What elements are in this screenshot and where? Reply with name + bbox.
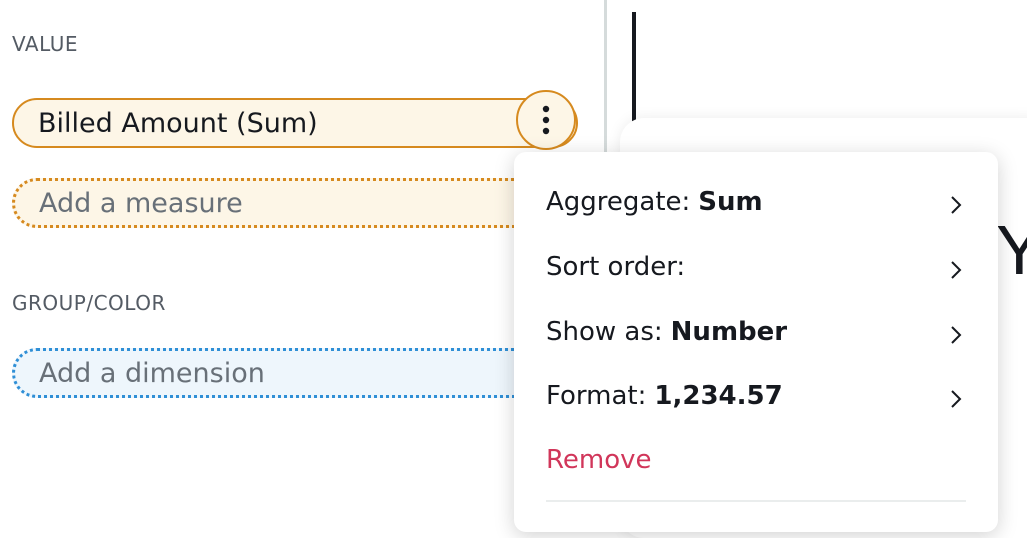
menu-item-format[interactable]: Format: 1,234.57 (546, 368, 966, 424)
field-options-button[interactable] (516, 90, 576, 150)
add-dimension-placeholder: Add a dimension (39, 357, 265, 389)
chevron-right-icon (950, 386, 962, 416)
visual-title-fragment: Y (996, 211, 1027, 289)
group-color-section-label: GROUP/COLOR (12, 291, 166, 315)
menu-item-sort-order[interactable]: Sort order: (546, 239, 966, 295)
menu-item-show-as-label: Show as: (546, 317, 663, 347)
menu-item-sort-order-label: Sort order: (546, 252, 686, 282)
add-measure-placeholder: Add a measure (39, 187, 243, 219)
menu-item-aggregate-value: Sum (698, 187, 763, 217)
value-field-pill[interactable]: Billed Amount (Sum) (12, 98, 578, 148)
menu-item-aggregate-label: Aggregate: (546, 187, 691, 217)
menu-item-remove-label: Remove (546, 445, 652, 475)
menu-item-show-as[interactable]: Show as: Number (546, 304, 966, 360)
chevron-right-icon (950, 322, 962, 352)
more-vertical-icon (542, 105, 550, 135)
menu-separator (546, 500, 966, 502)
menu-item-aggregate[interactable]: Aggregate: Sum (546, 174, 966, 230)
chevron-right-icon (950, 257, 962, 287)
value-section-label: VALUE (12, 32, 79, 56)
value-field-label: Billed Amount (Sum) (38, 107, 318, 139)
chevron-right-icon (950, 192, 962, 222)
menu-item-show-as-value: Number (670, 317, 788, 347)
field-options-menu: Aggregate: Sum Sort order: Show as: Numb… (514, 152, 998, 532)
menu-item-format-value: 1,234.57 (654, 381, 783, 411)
menu-item-remove[interactable]: Remove (546, 432, 966, 488)
menu-item-format-label: Format: (546, 381, 647, 411)
